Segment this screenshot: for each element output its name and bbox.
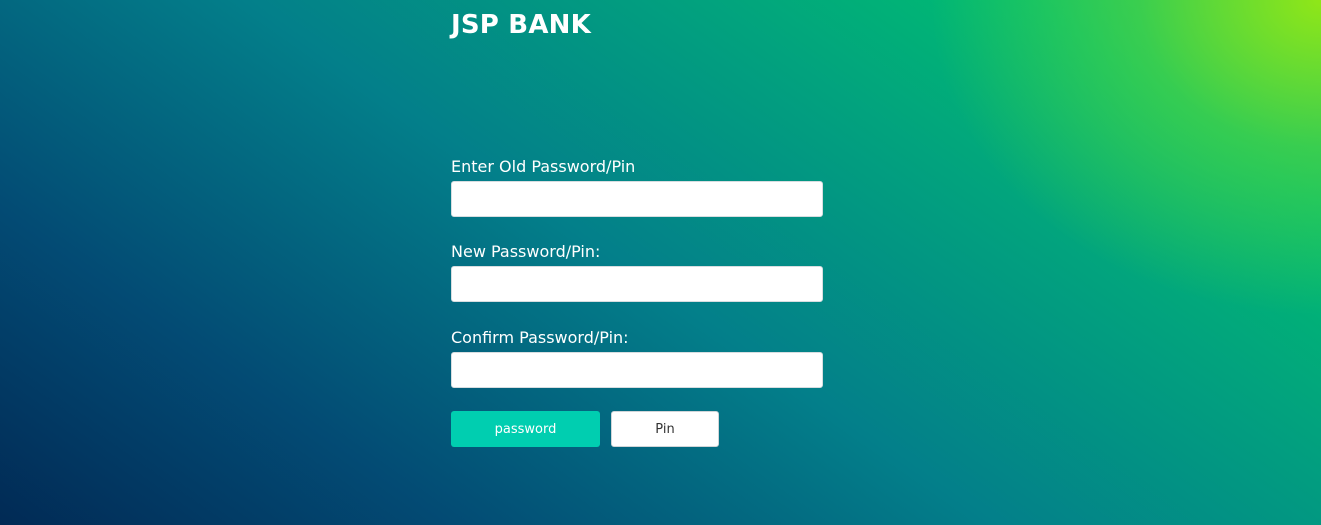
change-password-button[interactable]: password [451, 411, 600, 447]
confirm-password-label: Confirm Password/Pin: [451, 328, 629, 347]
change-password-form: Enter Old Password/Pin New Password/Pin:… [451, 156, 823, 447]
old-password-group: Enter Old Password/Pin [451, 156, 823, 217]
new-password-group: New Password/Pin: [451, 241, 823, 302]
old-password-label: Enter Old Password/Pin [451, 157, 636, 176]
new-password-input[interactable] [451, 266, 823, 302]
new-password-label: New Password/Pin: [451, 242, 601, 261]
change-pin-button[interactable]: Pin [611, 411, 719, 447]
confirm-password-input[interactable] [451, 352, 823, 388]
old-password-input[interactable] [451, 181, 823, 217]
action-buttons: password Pin [451, 411, 823, 447]
bank-logo-title: JSP BANK [451, 10, 591, 40]
confirm-password-group: Confirm Password/Pin: [451, 327, 823, 388]
